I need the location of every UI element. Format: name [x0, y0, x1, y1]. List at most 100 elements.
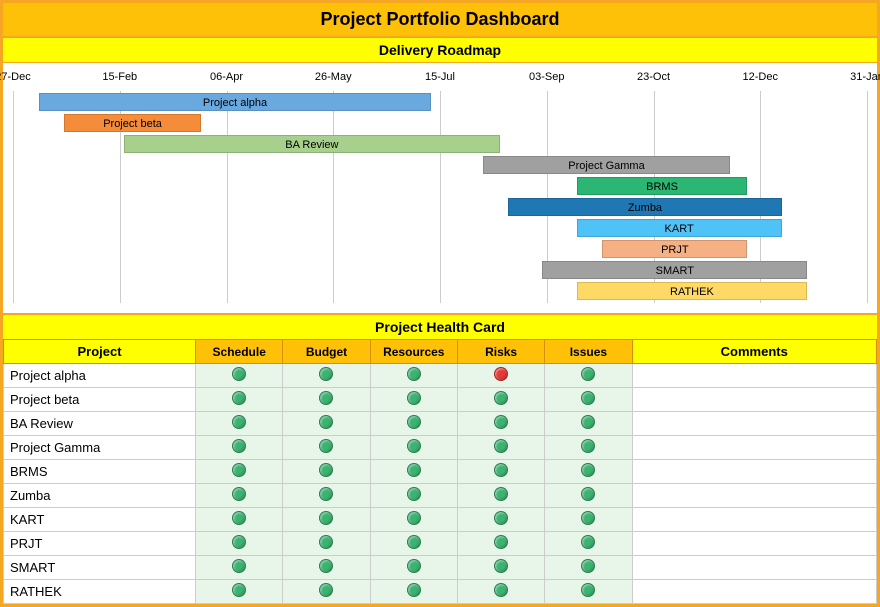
status-cell-budget	[283, 388, 370, 412]
timeline-axis: 27-Dec15-Feb06-Apr26-May15-Jul03-Sep23-O…	[13, 71, 867, 91]
col-risks: Risks	[457, 340, 544, 364]
health-card: Project Health Card Project Schedule Bud…	[3, 313, 877, 604]
gantt-bar[interactable]: Project alpha	[39, 93, 432, 111]
comment-cell[interactable]	[632, 556, 876, 580]
status-cell-schedule	[196, 580, 283, 604]
status-cell-budget	[283, 532, 370, 556]
status-dot-icon	[232, 511, 246, 525]
comment-cell[interactable]	[632, 412, 876, 436]
status-dot-icon	[581, 511, 595, 525]
status-dot-icon	[319, 439, 333, 453]
comment-cell[interactable]	[632, 508, 876, 532]
col-project: Project	[4, 340, 196, 364]
status-cell-issues	[545, 460, 632, 484]
gantt-bar[interactable]: BA Review	[124, 135, 500, 153]
gridline	[333, 91, 334, 303]
status-cell-resources	[370, 580, 457, 604]
axis-tick: 27-Dec	[0, 71, 31, 83]
status-cell-issues	[545, 388, 632, 412]
status-dot-icon	[232, 487, 246, 501]
table-row: Project beta	[4, 388, 877, 412]
gantt-bar[interactable]: Project Gamma	[483, 156, 731, 174]
status-cell-budget	[283, 412, 370, 436]
axis-tick: 12-Dec	[743, 71, 778, 83]
status-cell-schedule	[196, 532, 283, 556]
status-cell-budget	[283, 460, 370, 484]
project-name-cell: KART	[4, 508, 196, 532]
status-cell-issues	[545, 580, 632, 604]
status-cell-budget	[283, 484, 370, 508]
status-dot-icon	[581, 415, 595, 429]
gantt-bar[interactable]: Project beta	[64, 114, 201, 132]
status-cell-schedule	[196, 556, 283, 580]
axis-tick: 23-Oct	[637, 71, 670, 83]
comment-cell[interactable]	[632, 532, 876, 556]
status-cell-resources	[370, 388, 457, 412]
status-dot-icon	[407, 583, 421, 597]
project-name-cell: SMART	[4, 556, 196, 580]
status-dot-icon	[407, 415, 421, 429]
status-dot-icon	[319, 583, 333, 597]
status-cell-resources	[370, 508, 457, 532]
status-dot-icon	[494, 439, 508, 453]
status-dot-icon	[407, 391, 421, 405]
gantt-bar[interactable]: BRMS	[577, 177, 748, 195]
status-dot-icon	[319, 559, 333, 573]
status-cell-resources	[370, 412, 457, 436]
comment-cell[interactable]	[632, 580, 876, 604]
page-title: Project Portfolio Dashboard	[3, 3, 877, 38]
status-dot-icon	[494, 559, 508, 573]
comment-cell[interactable]	[632, 436, 876, 460]
status-cell-schedule	[196, 484, 283, 508]
col-resources: Resources	[370, 340, 457, 364]
status-dot-icon	[494, 487, 508, 501]
gridline	[13, 91, 14, 303]
gantt-bar[interactable]: RATHEK	[577, 282, 808, 300]
status-cell-schedule	[196, 436, 283, 460]
status-dot-icon	[232, 559, 246, 573]
status-cell-resources	[370, 364, 457, 388]
status-cell-risks	[457, 412, 544, 436]
status-cell-budget	[283, 436, 370, 460]
comment-cell[interactable]	[632, 388, 876, 412]
status-dot-icon	[319, 511, 333, 525]
status-dot-icon	[232, 415, 246, 429]
col-issues: Issues	[545, 340, 632, 364]
status-cell-risks	[457, 556, 544, 580]
status-cell-issues	[545, 532, 632, 556]
status-dot-icon	[319, 391, 333, 405]
gantt-bar[interactable]: Zumba	[508, 198, 781, 216]
gantt-bar[interactable]: SMART	[542, 261, 807, 279]
status-cell-issues	[545, 484, 632, 508]
status-dot-icon	[494, 415, 508, 429]
status-dot-icon	[319, 463, 333, 477]
status-cell-budget	[283, 556, 370, 580]
status-cell-budget	[283, 364, 370, 388]
project-name-cell: Project alpha	[4, 364, 196, 388]
comment-cell[interactable]	[632, 484, 876, 508]
table-row: BRMS	[4, 460, 877, 484]
table-row: BA Review	[4, 412, 877, 436]
project-name-cell: BA Review	[4, 412, 196, 436]
axis-tick: 15-Feb	[102, 71, 137, 83]
status-cell-risks	[457, 508, 544, 532]
project-name-cell: PRJT	[4, 532, 196, 556]
table-row: RATHEK	[4, 580, 877, 604]
gantt-bar[interactable]: KART	[577, 219, 782, 237]
status-dot-icon	[232, 583, 246, 597]
comment-cell[interactable]	[632, 460, 876, 484]
status-cell-schedule	[196, 364, 283, 388]
status-dot-icon	[581, 583, 595, 597]
status-dot-icon	[319, 535, 333, 549]
status-dot-icon	[232, 391, 246, 405]
col-schedule: Schedule	[196, 340, 283, 364]
project-name-cell: BRMS	[4, 460, 196, 484]
status-cell-schedule	[196, 460, 283, 484]
project-name-cell: Project Gamma	[4, 436, 196, 460]
status-cell-budget	[283, 508, 370, 532]
table-row: Project Gamma	[4, 436, 877, 460]
status-cell-schedule	[196, 508, 283, 532]
comment-cell[interactable]	[632, 364, 876, 388]
status-dot-icon	[494, 367, 508, 381]
gantt-bar[interactable]: PRJT	[602, 240, 747, 258]
